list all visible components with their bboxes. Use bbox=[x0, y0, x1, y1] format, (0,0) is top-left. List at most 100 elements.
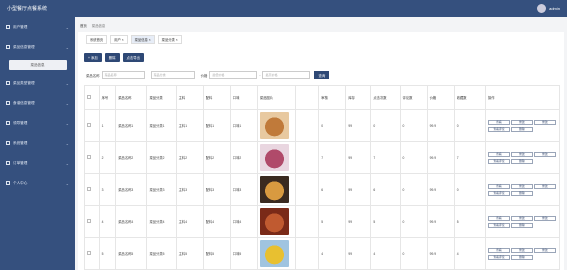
cell-c12: 0 bbox=[399, 205, 428, 238]
edit-button[interactable]: 修改 bbox=[510, 247, 533, 253]
row-select-cell bbox=[84, 141, 100, 174]
cell-c10: 99 bbox=[345, 141, 372, 174]
add-button[interactable]: + 添加 bbox=[84, 53, 102, 62]
username[interactable]: admin bbox=[549, 6, 560, 11]
max-price-input[interactable]: 最高价格 bbox=[262, 71, 311, 79]
list-icon bbox=[6, 121, 10, 125]
cell-image bbox=[256, 173, 297, 206]
chevron-down-icon: ⌄ bbox=[65, 160, 69, 166]
delete-button[interactable]: 删除 bbox=[510, 126, 533, 132]
sidebar-item-label: 菜品信息管理 bbox=[13, 44, 35, 49]
min-price-input[interactable]: 最低价格 bbox=[209, 71, 258, 79]
edit-button[interactable]: 修改 bbox=[510, 183, 533, 189]
view-button[interactable]: 查看 bbox=[487, 215, 510, 221]
chevron-down-icon: ⌄ bbox=[65, 44, 69, 50]
view-comments-button[interactable]: 查看评论 bbox=[487, 190, 510, 196]
row-select-cell bbox=[84, 173, 100, 206]
range-separator: - bbox=[259, 73, 261, 77]
cell-actions: 查看 修改 修改 查看评论 删除 bbox=[484, 109, 561, 142]
sidebar-item[interactable]: 用户管理 ⌄ bbox=[0, 17, 75, 37]
cell-image bbox=[256, 109, 297, 142]
column-header: 审核 bbox=[318, 85, 347, 110]
sidebar-item[interactable]: 食谱信息管理 ⌄ bbox=[0, 93, 75, 113]
export-button[interactable]: 点击导出 bbox=[122, 53, 145, 62]
delete-button[interactable]: 删除 bbox=[510, 222, 533, 228]
breadcrumb-home[interactable]: 首页 bbox=[80, 24, 87, 28]
select-all-cell bbox=[84, 85, 100, 110]
cell-index: 3 bbox=[98, 173, 117, 206]
view-comments-button[interactable]: 查看评论 bbox=[487, 126, 510, 132]
cell-index: 4 bbox=[98, 205, 117, 238]
list-icon bbox=[6, 45, 10, 49]
cell-actions: 查看 修改 修改 查看评论 删除 bbox=[484, 173, 561, 206]
column-header: 菜品图片 bbox=[256, 85, 297, 110]
column-header: 点击次数 bbox=[370, 85, 401, 110]
sidebar: 用户管理 ⌄ 菜品信息管理 ⌄ 菜品信息 菜品类型管理 ⌄ 食谱信息管理 ⌄ 领导管理 ⌄ 系统管理 ⌄… bbox=[0, 17, 75, 270]
row-checkbox[interactable] bbox=[87, 123, 91, 127]
column-header: 主料 bbox=[175, 85, 204, 110]
row-checkbox[interactable] bbox=[87, 219, 91, 223]
list-icon bbox=[6, 25, 10, 29]
cell-c10: 99 bbox=[345, 205, 372, 238]
tab[interactable]: 菜品分类 × bbox=[157, 35, 182, 44]
list-icon bbox=[6, 101, 10, 105]
row-checkbox[interactable] bbox=[87, 251, 91, 255]
content-card: 系统首页 用户 × 菜品信息 × 菜品分类 × + 添加 删除 点击导出 菜品名称 菜… bbox=[78, 32, 564, 270]
column-header: 价格 bbox=[426, 85, 455, 110]
tab[interactable]: 系统首页 bbox=[86, 35, 108, 44]
view-button[interactable]: 查看 bbox=[487, 119, 510, 125]
cell-c10: 99 bbox=[345, 109, 372, 142]
delete-button[interactable]: 删除 bbox=[510, 158, 533, 164]
cell-image bbox=[256, 141, 297, 174]
cell-fav: 4 bbox=[453, 237, 486, 270]
name-input[interactable]: 菜品名称 bbox=[101, 71, 145, 79]
cell-name: 菜品名称4 bbox=[115, 205, 148, 238]
sidebar-item-label: 食谱信息管理 bbox=[13, 100, 35, 105]
sidebar-item[interactable]: 系统管理 ⌄ bbox=[0, 133, 75, 153]
sidebar-item[interactable]: 个人中心 ⌄ bbox=[0, 173, 75, 193]
sidebar-item-label: 菜品类型管理 bbox=[13, 80, 35, 85]
row-actions: 查看 修改 修改 查看评论 删除 bbox=[487, 151, 557, 164]
view-button[interactable]: 查看 bbox=[487, 183, 510, 189]
sidebar-item-label: 用户管理 bbox=[13, 24, 28, 29]
sidebar-item[interactable]: 订单管理 ⌄ bbox=[0, 153, 75, 173]
delete-button[interactable]: 删除 bbox=[510, 190, 533, 196]
edit-button[interactable]: 修改 bbox=[533, 215, 556, 221]
action-buttons: + 添加 删除 点击导出 bbox=[84, 53, 145, 62]
edit-button[interactable]: 修改 bbox=[510, 215, 533, 221]
edit-button[interactable]: 修改 bbox=[533, 247, 556, 253]
delete-button[interactable]: 删除 bbox=[510, 254, 533, 260]
view-comments-button[interactable]: 查看评论 bbox=[487, 254, 510, 260]
edit-button[interactable]: 修改 bbox=[533, 183, 556, 189]
edit-button[interactable]: 修改 bbox=[533, 151, 556, 157]
sidebar-item[interactable]: 领导管理 ⌄ bbox=[0, 113, 75, 133]
tab[interactable]: 菜品信息 × bbox=[130, 35, 155, 44]
category-select[interactable]: 菜品分类 bbox=[150, 71, 195, 79]
view-button[interactable]: 查看 bbox=[487, 151, 510, 157]
submenu: 菜品信息 bbox=[0, 57, 75, 73]
edit-button[interactable]: 修改 bbox=[533, 119, 556, 125]
select-all-checkbox[interactable] bbox=[87, 95, 91, 99]
row-select-cell bbox=[84, 237, 100, 270]
row-checkbox[interactable] bbox=[87, 155, 91, 159]
view-comments-button[interactable]: 查看评论 bbox=[487, 222, 510, 228]
cell-c9: 0 bbox=[318, 109, 347, 142]
view-comments-button[interactable]: 查看评论 bbox=[487, 158, 510, 164]
edit-button[interactable]: 修改 bbox=[510, 151, 533, 157]
delete-button[interactable]: 删除 bbox=[104, 53, 120, 62]
sidebar-item[interactable]: 菜品类型管理 ⌄ bbox=[0, 73, 75, 93]
search-button[interactable]: 查询 bbox=[314, 71, 330, 79]
row-actions: 查看 修改 修改 查看评论 删除 bbox=[487, 183, 557, 196]
table-header: 序号 菜品名称 菜品分类 主料 配料 口味 菜品图片 审核 库存 点击次数 评论数 价格 收藏数 操作 bbox=[84, 85, 561, 110]
cell-side: 配料4 bbox=[202, 205, 231, 238]
cell-fav: 0 bbox=[453, 109, 486, 142]
avatar[interactable] bbox=[537, 4, 547, 13]
row-checkbox[interactable] bbox=[87, 187, 91, 191]
view-button[interactable]: 查看 bbox=[487, 247, 510, 253]
edit-button[interactable]: 修改 bbox=[510, 119, 533, 125]
tab[interactable]: 用户 × bbox=[110, 35, 128, 44]
cell-category: 菜品分类2 bbox=[146, 141, 177, 174]
cell-c10: 99 bbox=[345, 173, 372, 206]
sidebar-item[interactable]: 菜品信息管理 ⌄ bbox=[0, 37, 75, 57]
submenu-item-active[interactable]: 菜品信息 bbox=[8, 60, 67, 70]
